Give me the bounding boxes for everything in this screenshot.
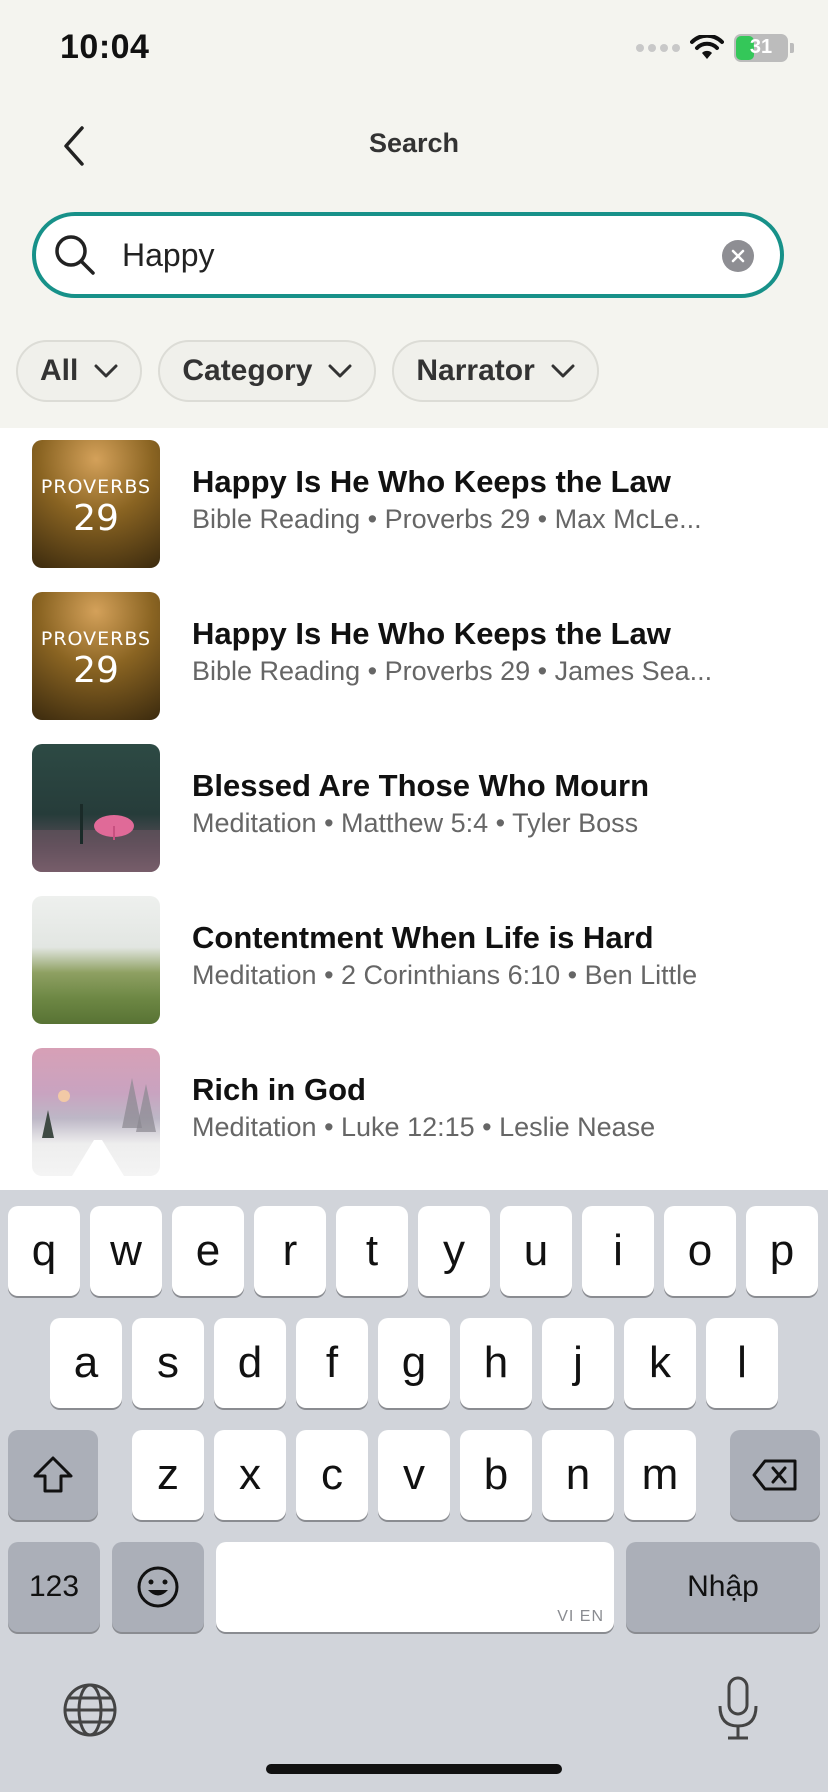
globe-icon — [63, 1683, 117, 1737]
result-thumbnail — [32, 744, 160, 872]
home-indicator — [266, 1764, 562, 1774]
search-icon — [50, 230, 100, 280]
result-subtitle: Meditation • Matthew 5:4 • Tyler Boss — [192, 808, 639, 838]
key-s[interactable]: s — [132, 1318, 204, 1408]
emoji-key[interactable] — [112, 1542, 204, 1632]
key-b[interactable]: b — [460, 1430, 532, 1520]
cellular-signal-icon — [636, 44, 680, 52]
filter-label: Category — [182, 354, 313, 387]
key-d[interactable]: d — [214, 1318, 286, 1408]
filter-all[interactable]: All — [16, 340, 143, 402]
result-item[interactable]: Blessed Are Those Who Mourn Meditation •… — [0, 732, 828, 884]
dictation-button[interactable] — [716, 1676, 760, 1742]
close-icon — [731, 249, 745, 263]
thumbnail-label: PROVERBS — [40, 628, 152, 650]
result-subtitle: Meditation • Luke 12:15 • Leslie Nease — [192, 1112, 656, 1142]
key-u[interactable]: u — [500, 1206, 572, 1296]
result-subtitle: Bible Reading • Proverbs 29 • Max McLe..… — [192, 504, 702, 534]
result-item[interactable]: Rich in God Meditation • Luke 12:15 • Le… — [0, 1036, 828, 1188]
key-q[interactable]: q — [8, 1206, 80, 1296]
key-m[interactable]: m — [624, 1430, 696, 1520]
battery-level: 31 — [749, 36, 773, 58]
return-key[interactable]: Nhập — [626, 1542, 820, 1632]
keyboard: q w e r t y u i o p a s d f g h j k l z … — [0, 1190, 828, 1792]
filter-narrator[interactable]: Narrator — [392, 340, 599, 402]
result-item[interactable]: PROVERBS 29 Happy Is He Who Keeps the La… — [0, 580, 828, 732]
filter-category[interactable]: Category — [158, 340, 377, 402]
key-e[interactable]: e — [172, 1206, 244, 1296]
battery-icon: 31 — [734, 34, 788, 62]
result-title: Happy Is He Who Keeps the Law — [192, 464, 671, 499]
result-title: Happy Is He Who Keeps the Law — [192, 616, 671, 651]
key-o[interactable]: o — [664, 1206, 736, 1296]
shift-key[interactable] — [8, 1430, 98, 1520]
filter-label: All — [40, 354, 79, 387]
emoji-icon — [137, 1566, 179, 1608]
key-h[interactable]: h — [460, 1318, 532, 1408]
chevron-down-icon — [328, 364, 352, 378]
result-title: Blessed Are Those Who Mourn — [192, 768, 650, 803]
key-n[interactable]: n — [542, 1430, 614, 1520]
status-time: 10:04 — [60, 28, 150, 66]
result-item[interactable]: Contentment When Life is Hard Meditation… — [0, 884, 828, 1036]
key-y[interactable]: y — [418, 1206, 490, 1296]
numbers-key[interactable]: 123 — [8, 1542, 100, 1632]
nav-bar: Search — [0, 100, 828, 192]
result-thumbnail: PROVERBS 29 — [32, 592, 160, 720]
microphone-icon — [718, 1676, 758, 1740]
result-subtitle: Meditation • 2 Corinthians 6:10 • Ben Li… — [192, 960, 698, 990]
thumbnail-number: 29 — [73, 498, 119, 539]
search-input[interactable] — [122, 230, 702, 280]
key-l[interactable]: l — [706, 1318, 778, 1408]
key-f[interactable]: f — [296, 1318, 368, 1408]
language-hint: VI EN — [557, 1608, 604, 1625]
wifi-icon — [690, 35, 724, 59]
page-title: Search — [368, 128, 460, 158]
shift-icon — [33, 1456, 73, 1493]
filter-label: Narrator — [416, 354, 535, 387]
delete-key[interactable] — [730, 1430, 820, 1520]
result-thumbnail — [32, 896, 160, 1024]
filter-bar: All Category Narrator — [16, 340, 599, 402]
key-c[interactable]: c — [296, 1430, 368, 1520]
result-thumbnail: PROVERBS 29 — [32, 440, 160, 568]
battery-cap — [790, 43, 794, 53]
thumbnail-number: 29 — [73, 650, 119, 691]
snowy-road-image — [42, 1078, 156, 1176]
search-field[interactable] — [32, 212, 784, 298]
status-indicators: 31 — [636, 34, 794, 62]
chevron-down-icon — [94, 364, 118, 378]
result-thumbnail — [32, 1048, 160, 1176]
result-title: Rich in God — [192, 1072, 366, 1107]
status-bar: 10:04 31 — [0, 0, 828, 100]
globe-button[interactable] — [62, 1682, 118, 1738]
chevron-down-icon — [551, 364, 575, 378]
clear-search-button[interactable] — [722, 240, 754, 272]
result-item[interactable]: PROVERBS 29 Happy Is He Who Keeps the La… — [0, 428, 828, 580]
key-k[interactable]: k — [624, 1318, 696, 1408]
key-g[interactable]: g — [378, 1318, 450, 1408]
key-z[interactable]: z — [132, 1430, 204, 1520]
key-j[interactable]: j — [542, 1318, 614, 1408]
result-title: Contentment When Life is Hard — [192, 920, 654, 955]
results-list: PROVERBS 29 Happy Is He Who Keeps the La… — [0, 428, 828, 1190]
result-subtitle: Bible Reading • Proverbs 29 • James Sea.… — [192, 656, 713, 686]
key-i[interactable]: i — [582, 1206, 654, 1296]
key-v[interactable]: v — [378, 1430, 450, 1520]
key-t[interactable]: t — [336, 1206, 408, 1296]
key-w[interactable]: w — [90, 1206, 162, 1296]
umbrella-image — [32, 804, 160, 872]
key-r[interactable]: r — [254, 1206, 326, 1296]
backspace-icon — [752, 1459, 797, 1491]
key-a[interactable]: a — [50, 1318, 122, 1408]
space-key[interactable]: VI EN — [216, 1542, 614, 1632]
key-x[interactable]: x — [214, 1430, 286, 1520]
thumbnail-label: PROVERBS — [40, 476, 152, 498]
key-p[interactable]: p — [746, 1206, 818, 1296]
